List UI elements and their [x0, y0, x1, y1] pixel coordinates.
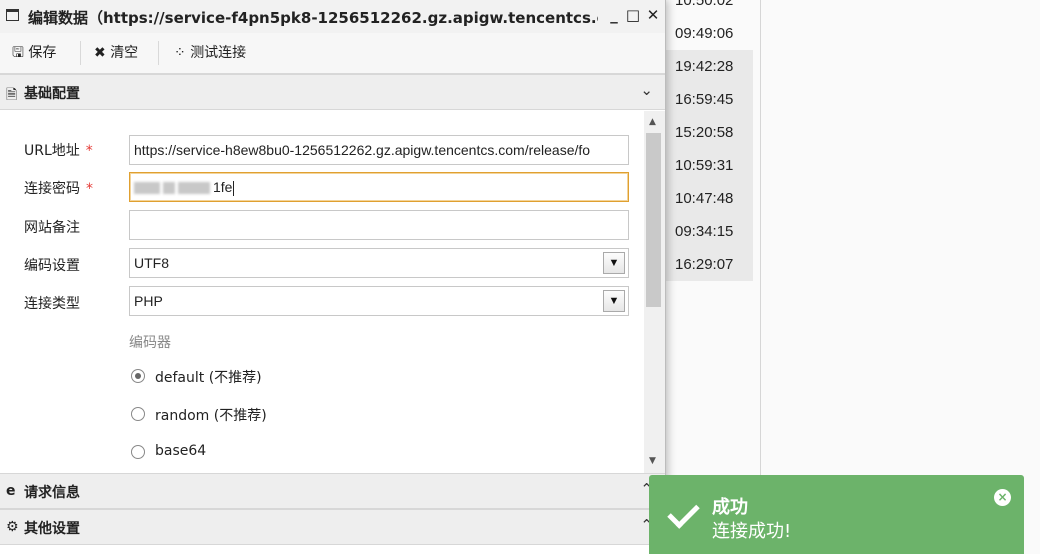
text-caret [233, 180, 235, 196]
list-item[interactable]: 09:34:15 [665, 215, 753, 248]
redacted-text [163, 182, 175, 195]
test-connection-button[interactable]: ⁘ 测试连接 [174, 43, 246, 63]
list-item[interactable]: 16:29:07 [665, 248, 753, 281]
minimize-button[interactable]: _ [606, 6, 622, 24]
form-scrollbar[interactable]: ▲ ▼ [644, 111, 665, 473]
background-time-list: 10:50:02 09:49:06 19:42:28 16:59:45 15:2… [665, 0, 753, 281]
encoding-value: UTF8 [134, 255, 169, 271]
dialog-titlebar[interactable]: 编辑数据（https://service-f4pn5pk8-1256512262… [0, 0, 665, 34]
window-icon [6, 9, 19, 21]
radio-base64[interactable] [131, 445, 145, 459]
radio-label[interactable]: default (不推荐) [155, 367, 262, 387]
background-divider [760, 0, 761, 554]
chevron-down-icon[interactable]: ▼ [603, 252, 625, 274]
encoding-label: 编码设置 [24, 258, 80, 274]
test-connection-label: 测试连接 [190, 45, 247, 61]
close-icon[interactable]: × [994, 489, 1011, 506]
scroll-up-icon[interactable]: ▲ [649, 117, 656, 127]
encoding-select[interactable]: UTF8 ▼ [129, 248, 629, 278]
toast-message: 连接成功! [712, 521, 792, 542]
save-icon: 🖫 [12, 45, 24, 61]
type-value: PHP [134, 293, 163, 309]
dialog-title: 编辑数据（https://service-f4pn5pk8-1256512262… [28, 9, 598, 27]
close-button[interactable]: ✕ [645, 6, 661, 24]
list-item[interactable]: 15:20:58 [665, 116, 753, 149]
type-label: 连接类型 [24, 296, 80, 312]
spinner-icon: ⁘ [174, 45, 186, 61]
browser-icon: e [6, 483, 16, 499]
list-item[interactable]: 09:49:06 [665, 17, 753, 50]
save-label: 保存 [28, 45, 57, 61]
password-input[interactable]: 1fe [129, 172, 629, 202]
panel-header-basic[interactable]: 🗎 基础配置 ⌄ [0, 74, 665, 110]
url-label: URL地址 * [24, 143, 93, 159]
radio-label[interactable]: base64 [155, 443, 206, 459]
password-visible-text: 1fe [213, 179, 233, 195]
radio-label[interactable]: random (不推荐) [155, 405, 267, 425]
scroll-down-icon[interactable]: ▼ [649, 456, 656, 466]
chevron-down-icon[interactable]: ⌄ [640, 81, 653, 99]
url-input[interactable]: https://service-h8ew8bu0-1256512262.gz.a… [129, 135, 629, 165]
radio-default[interactable] [131, 369, 145, 383]
list-item[interactable]: 10:59:31 [665, 149, 753, 182]
type-select[interactable]: PHP ▼ [129, 286, 629, 316]
redacted-text [178, 182, 210, 195]
check-icon [667, 496, 700, 529]
panel-header-request[interactable]: e 请求信息 ⌃ [0, 473, 665, 509]
toast-title: 成功 [712, 497, 748, 518]
encoder-label: 编码器 [129, 335, 171, 351]
list-item[interactable]: 10:50:02 [665, 0, 753, 17]
list-item[interactable]: 16:59:45 [665, 83, 753, 116]
edit-data-dialog: 编辑数据（https://service-f4pn5pk8-1256512262… [0, 0, 666, 554]
gear-icon: ⚙ [6, 519, 19, 535]
basic-config-form: URL地址 * https://service-h8ew8bu0-12565122… [0, 111, 644, 473]
panel-title-basic: 基础配置 [24, 86, 80, 102]
panel-header-other[interactable]: ⚙ 其他设置 ⌃ [0, 509, 665, 545]
toolbar: 🖫 保存 ✖ 清空 ⁘ 测试连接 [0, 33, 665, 74]
list-item[interactable]: 19:42:28 [665, 50, 753, 83]
close-icon: ✖ [94, 45, 106, 61]
success-toast: 成功 连接成功! × [649, 475, 1024, 554]
maximize-button[interactable]: □ [625, 6, 641, 24]
password-label: 连接密码 * [24, 181, 93, 197]
list-item[interactable]: 10:47:48 [665, 182, 753, 215]
panel-title-other: 其他设置 [24, 521, 80, 537]
toolbar-separator [158, 41, 159, 65]
required-mark: * [85, 143, 93, 159]
document-icon: 🗎 [6, 87, 18, 103]
toolbar-separator [80, 41, 81, 65]
clear-button[interactable]: ✖ 清空 [94, 43, 138, 63]
note-input[interactable] [129, 210, 629, 240]
save-button[interactable]: 🖫 保存 [12, 43, 56, 63]
clear-label: 清空 [110, 45, 139, 61]
note-label: 网站备注 [24, 220, 80, 236]
panel-title-request: 请求信息 [24, 485, 80, 501]
required-mark: * [86, 181, 93, 197]
scroll-thumb[interactable] [646, 133, 661, 307]
radio-random[interactable] [131, 407, 145, 421]
redacted-text [134, 182, 160, 195]
chevron-down-icon[interactable]: ▼ [603, 290, 625, 312]
